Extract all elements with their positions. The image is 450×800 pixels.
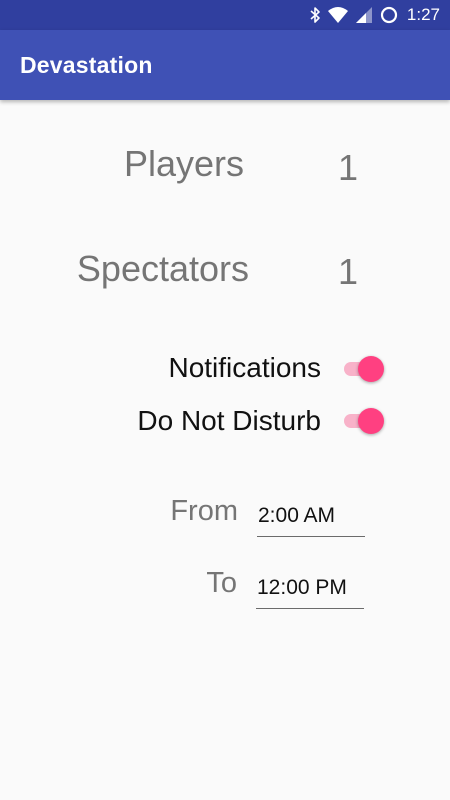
spectators-label: Spectators bbox=[76, 248, 249, 289]
notifications-label: Notifications bbox=[168, 352, 321, 383]
status-icons: 1:27 bbox=[309, 0, 440, 30]
to-time-field[interactable]: 12:00 PM bbox=[256, 570, 364, 609]
cell-signal-icon bbox=[355, 6, 373, 24]
from-time-value: 2:00 AM bbox=[258, 504, 336, 527]
status-bar: 1:27 bbox=[0, 0, 450, 30]
spectators-value: 1 bbox=[338, 251, 359, 292]
status-time: 1:27 bbox=[406, 5, 440, 24]
notifications-switch[interactable] bbox=[342, 352, 384, 386]
bluetooth-icon bbox=[309, 6, 321, 24]
switch-thumb bbox=[358, 356, 384, 382]
to-label: To bbox=[206, 567, 237, 599]
wifi-icon bbox=[327, 6, 349, 24]
players-value: 1 bbox=[338, 147, 359, 188]
switch-thumb bbox=[358, 408, 384, 434]
do-not-disturb-switch[interactable] bbox=[342, 404, 384, 438]
from-label: From bbox=[170, 495, 238, 527]
from-time-field[interactable]: 2:00 AM bbox=[257, 498, 365, 537]
sync-icon bbox=[379, 5, 399, 25]
to-time-value: 12:00 PM bbox=[257, 576, 347, 599]
do-not-disturb-label: Do Not Disturb bbox=[137, 405, 321, 436]
app-screen: 1:27 Devastation Players 1 Spectators 1 … bbox=[0, 0, 450, 800]
players-label: Players bbox=[123, 143, 244, 184]
app-title: Devastation bbox=[20, 52, 153, 78]
app-bar: Devastation bbox=[0, 30, 450, 100]
